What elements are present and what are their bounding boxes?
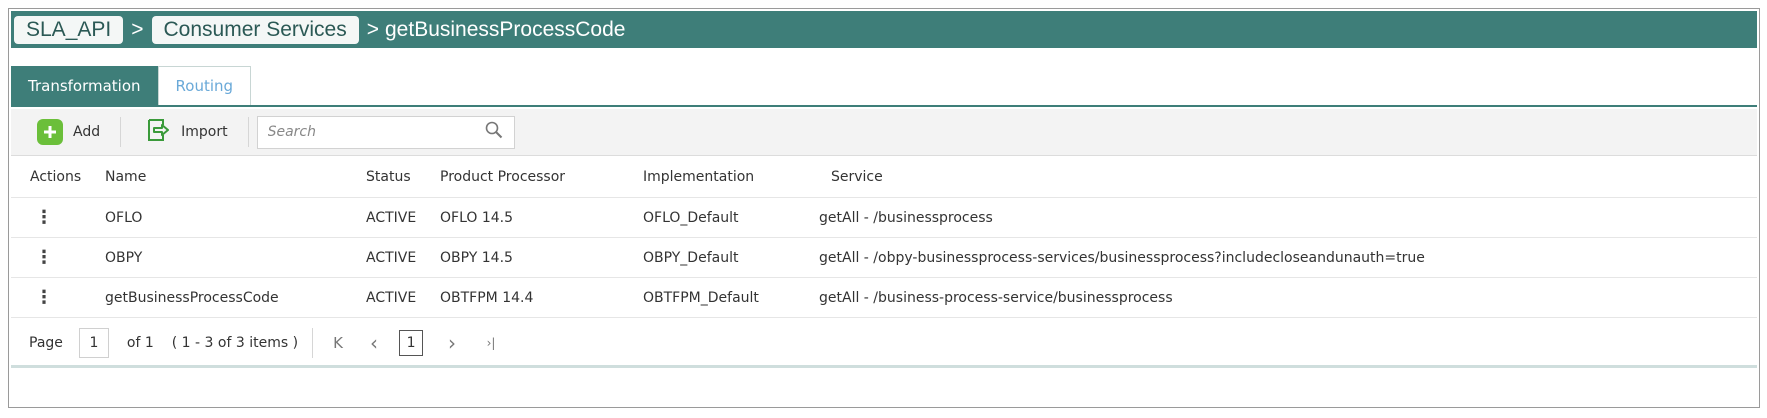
pager-items-label: ( 1 - 3 of 3 items ) [171,335,299,351]
magnifier-icon[interactable] [484,120,504,145]
column-header-product-processor[interactable]: Product Processor [440,156,565,197]
column-header-actions: Actions [30,168,82,185]
row-name: OBPY [105,249,143,266]
breadcrumb-separator: > [131,17,144,41]
add-button-label: Add [73,124,101,140]
breadcrumb-separator: > [366,17,379,41]
page-number-input[interactable]: 1 [78,328,109,358]
row-service: getAll - /businessprocess [819,209,993,226]
table-row[interactable]: ⋮ getBusinessProcessCode ACTIVE OBTFPM 1… [11,278,1757,318]
tab-routing[interactable]: Routing [157,66,252,105]
row-implementation: OBPY_Default [643,249,739,266]
import-icon [143,116,171,149]
current-page-button[interactable]: 1 [399,330,424,356]
last-page-icon[interactable]: ›| [481,336,501,350]
toolbar-divider [247,117,249,147]
row-actions-menu-icon[interactable]: ⋮ [35,198,53,237]
row-status: ACTIVE [366,289,417,306]
row-actions-menu-icon[interactable]: ⋮ [35,238,53,277]
column-header-service[interactable]: Service [831,156,883,197]
column-header-status[interactable]: Status [366,156,411,197]
table-row[interactable]: ⋮ OFLO ACTIVE OFLO 14.5 OFLO_Default get… [11,198,1757,238]
pager-of-label: of 1 [126,335,154,351]
breadcrumb: SLA_API > Consumer Services > getBusines… [11,11,1757,48]
tab-transformation[interactable]: Transformation [11,66,158,105]
next-page-icon[interactable]: › [445,331,459,355]
breadcrumb-current: getBusinessProcessCode [385,17,626,41]
row-name: getBusinessProcessCode [105,289,279,306]
column-header-implementation[interactable]: Implementation [643,156,754,197]
row-status: ACTIVE [366,249,417,266]
table-header-row: Actions Name Status Product Processor Im… [11,156,1757,198]
previous-page-icon[interactable]: ‹ [367,331,381,355]
pager-divider [312,328,314,358]
data-table: Actions Name Status Product Processor Im… [11,156,1757,318]
import-button-label: Import [181,124,228,140]
bottom-divider [11,365,1757,368]
first-page-icon[interactable]: K [331,334,345,352]
pager: Page 1 of 1 ( 1 - 3 of 3 items ) K ‹ 1 ›… [11,321,1757,365]
row-name: OFLO [105,209,143,226]
row-actions-menu-icon[interactable]: ⋮ [35,278,53,317]
toolbar: Add Import [11,109,1757,156]
row-status: ACTIVE [366,209,417,226]
row-service: getAll - /obpy-businessprocess-services/… [819,249,1425,266]
toolbar-divider [120,117,122,147]
row-product-processor: OFLO 14.5 [440,209,514,226]
tab-strip: Transformation Routing [11,66,1757,107]
plus-square-icon [37,119,63,145]
table-row[interactable]: ⋮ OBPY ACTIVE OBPY 14.5 OBPY_Default get… [11,238,1757,278]
row-product-processor: OBTFPM 14.4 [440,289,534,306]
search-box [256,115,515,149]
row-product-processor: OBPY 14.5 [440,249,513,266]
app-frame: SLA_API > Consumer Services > getBusines… [8,8,1760,408]
row-implementation: OFLO_Default [643,209,739,226]
row-service: getAll - /business-process-service/busin… [819,289,1173,306]
column-header-name[interactable]: Name [105,156,146,197]
import-button[interactable]: Import [129,109,239,156]
breadcrumb-root[interactable]: SLA_API [14,15,124,44]
search-input[interactable] [267,124,484,140]
pager-page-label: Page [29,335,63,351]
add-button[interactable]: Add [11,109,112,156]
breadcrumb-parent[interactable]: Consumer Services [151,15,359,44]
row-implementation: OBTFPM_Default [643,289,759,306]
